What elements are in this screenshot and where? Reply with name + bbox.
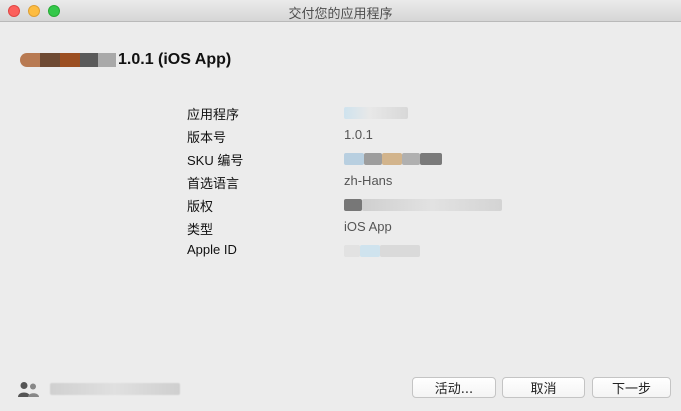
info-label: 类型	[187, 222, 214, 237]
window-title: 交付您的应用程序	[288, 6, 393, 21]
title-bar: 交付您的应用程序	[0, 0, 681, 22]
info-value-redacted	[344, 196, 502, 211]
account-info	[18, 381, 180, 397]
app-title: 1.0.1 (iOS App)	[118, 51, 232, 68]
redacted-app-name	[20, 53, 116, 67]
info-value: iOS App	[344, 219, 392, 234]
activity-button[interactable]: 活动...	[412, 377, 496, 398]
info-label: 首选语言	[187, 176, 240, 191]
info-value: zh-Hans	[344, 173, 393, 188]
info-value-redacted	[344, 104, 408, 119]
cancel-button[interactable]: 取消	[502, 377, 585, 398]
info-label: 应用程序	[187, 107, 240, 122]
info-label: 版本号	[187, 130, 227, 145]
info-label: Apple ID	[187, 242, 237, 257]
app-header: 1.0.1 (iOS App)	[20, 49, 231, 71]
user-accounts-icon	[18, 381, 40, 397]
account-email-redacted	[50, 383, 180, 395]
info-value-redacted	[344, 242, 420, 257]
info-value: 1.0.1	[344, 127, 373, 142]
info-value-redacted	[344, 150, 442, 165]
info-label: SKU 编号	[187, 153, 244, 168]
info-label: 版权	[187, 199, 214, 214]
next-button[interactable]: 下一步	[592, 377, 671, 398]
